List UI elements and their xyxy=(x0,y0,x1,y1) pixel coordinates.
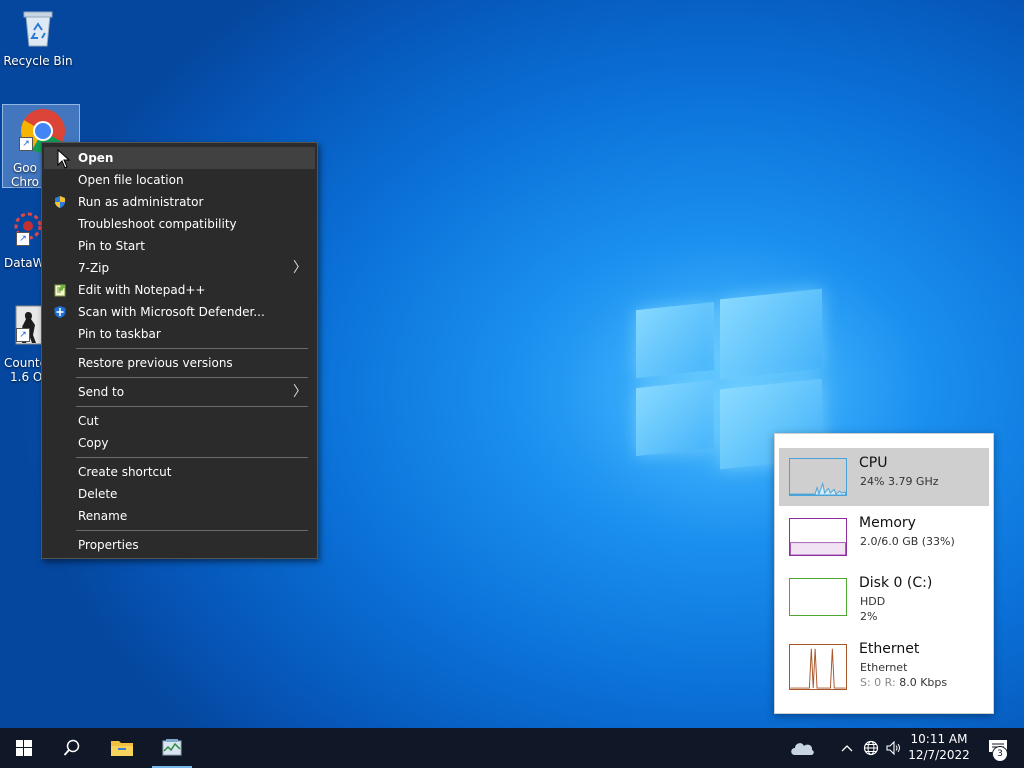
search-button[interactable] xyxy=(48,728,96,768)
menu-separator xyxy=(76,530,308,531)
shortcut-arrow-icon: ↗ xyxy=(16,328,30,342)
cpu-graph xyxy=(789,458,847,496)
menu-separator xyxy=(76,348,308,349)
menu-separator xyxy=(76,457,308,458)
tm-cpu-detail: 24% 3.79 GHz xyxy=(860,475,939,488)
menu-item-7zip[interactable]: 7-Zip 〉 xyxy=(44,257,315,279)
task-manager-icon xyxy=(162,739,182,756)
search-icon xyxy=(63,739,80,756)
task-manager-summary: CPU 24% 3.79 GHz Memory 2.0/6.0 GB (33%)… xyxy=(774,433,994,714)
recycle-bin-icon xyxy=(16,6,60,50)
datawa-icon: ↗ xyxy=(6,206,46,250)
disk-graph xyxy=(789,578,847,616)
menu-item-open-file-location[interactable]: Open file location xyxy=(44,169,315,191)
menu-item-scan-with-defender[interactable]: Scan with Microsoft Defender... xyxy=(44,301,315,323)
show-hidden-icons-button[interactable] xyxy=(836,728,858,768)
globe-network-icon xyxy=(863,740,879,756)
defender-icon xyxy=(54,306,66,318)
menu-item-create-shortcut[interactable]: Create shortcut xyxy=(44,461,315,483)
shortcut-arrow-icon: ↗ xyxy=(16,232,30,246)
taskbar-file-explorer[interactable] xyxy=(98,728,146,768)
menu-separator xyxy=(76,406,308,407)
onedrive-cloud-icon xyxy=(791,743,814,755)
tm-memory-label: Memory xyxy=(859,515,916,531)
menu-item-edit-with-notepad-plus-plus[interactable]: Edit with Notepad++ xyxy=(44,279,315,301)
menu-item-open[interactable]: Open xyxy=(44,147,315,169)
notepad-plus-plus-icon xyxy=(54,284,66,297)
desktop-icon-recycle-bin[interactable]: Recycle Bin xyxy=(0,6,76,72)
tm-row-cpu[interactable]: CPU 24% 3.79 GHz xyxy=(779,448,989,506)
menu-item-rename[interactable]: Rename xyxy=(44,505,315,527)
windows-start-icon xyxy=(16,740,32,756)
uac-shield-icon xyxy=(55,196,65,208)
notification-count-badge: 3 xyxy=(992,746,1008,762)
tm-cpu-label: CPU xyxy=(859,455,888,471)
menu-item-troubleshoot-compatibility[interactable]: Troubleshoot compatibility xyxy=(44,213,315,235)
menu-item-cut[interactable]: Cut xyxy=(44,410,315,432)
chevron-right-icon: 〉 xyxy=(293,384,307,400)
tm-ethernet-adapter: Ethernet xyxy=(860,661,908,674)
start-button[interactable] xyxy=(0,728,48,768)
tm-ethernet-sr-label: S: 0 R: xyxy=(860,676,896,689)
tm-disk-usage: 2% xyxy=(860,610,878,623)
network-button[interactable] xyxy=(860,728,882,768)
menu-item-restore-previous-versions[interactable]: Restore previous versions xyxy=(44,352,315,374)
taskbar-task-manager[interactable] xyxy=(148,728,196,768)
menu-item-copy[interactable]: Copy xyxy=(44,432,315,454)
clock-date: 12/7/2022 xyxy=(908,748,970,762)
menu-item-run-as-administrator[interactable]: Run as administrator xyxy=(44,191,315,213)
menu-item-properties[interactable]: Properties xyxy=(44,534,315,556)
tm-ethernet-label: Ethernet xyxy=(859,641,920,657)
memory-graph xyxy=(789,518,847,556)
counter-strike-icon: ↗ xyxy=(6,302,46,346)
ethernet-graph xyxy=(789,644,847,690)
clock-time: 10:11 AM xyxy=(910,732,968,746)
volume-button[interactable] xyxy=(883,728,905,768)
action-center-button[interactable]: 3 xyxy=(976,728,1020,768)
context-menu: Open Open file location Run as administr… xyxy=(41,142,318,559)
tm-ethernet-throughput: 8.0 Kbps xyxy=(899,676,948,689)
tm-row-ethernet[interactable]: Ethernet Ethernet S: 0 R: 8.0 Kbps xyxy=(779,634,989,696)
mouse-cursor-icon xyxy=(57,149,71,169)
menu-item-pin-to-taskbar[interactable]: Pin to taskbar xyxy=(44,323,315,345)
menu-item-pin-to-start[interactable]: Pin to Start xyxy=(44,235,315,257)
menu-item-send-to[interactable]: Send to 〉 xyxy=(44,381,315,403)
folder-icon xyxy=(111,741,133,756)
onedrive-button[interactable] xyxy=(780,728,824,768)
clock[interactable]: 10:11 AM 12/7/2022 xyxy=(906,728,972,768)
chevron-right-icon: 〉 xyxy=(293,260,307,276)
chevron-up-icon xyxy=(841,745,853,752)
desktop-icon-label: Recycle Bin xyxy=(3,54,73,68)
tm-row-memory[interactable]: Memory 2.0/6.0 GB (33%) xyxy=(779,508,989,566)
tm-row-disk[interactable]: Disk 0 (C:) HDD 2% xyxy=(779,568,989,626)
tm-disk-label: Disk 0 (C:) xyxy=(859,575,933,591)
speaker-icon xyxy=(886,741,900,755)
tm-disk-type: HDD xyxy=(860,595,886,608)
menu-separator xyxy=(76,377,308,378)
taskbar: 10:11 AM 12/7/2022 3 xyxy=(0,728,1024,768)
menu-item-delete[interactable]: Delete xyxy=(44,483,315,505)
shortcut-arrow-icon: ↗ xyxy=(19,137,33,151)
tm-memory-detail: 2.0/6.0 GB (33%) xyxy=(860,535,955,548)
